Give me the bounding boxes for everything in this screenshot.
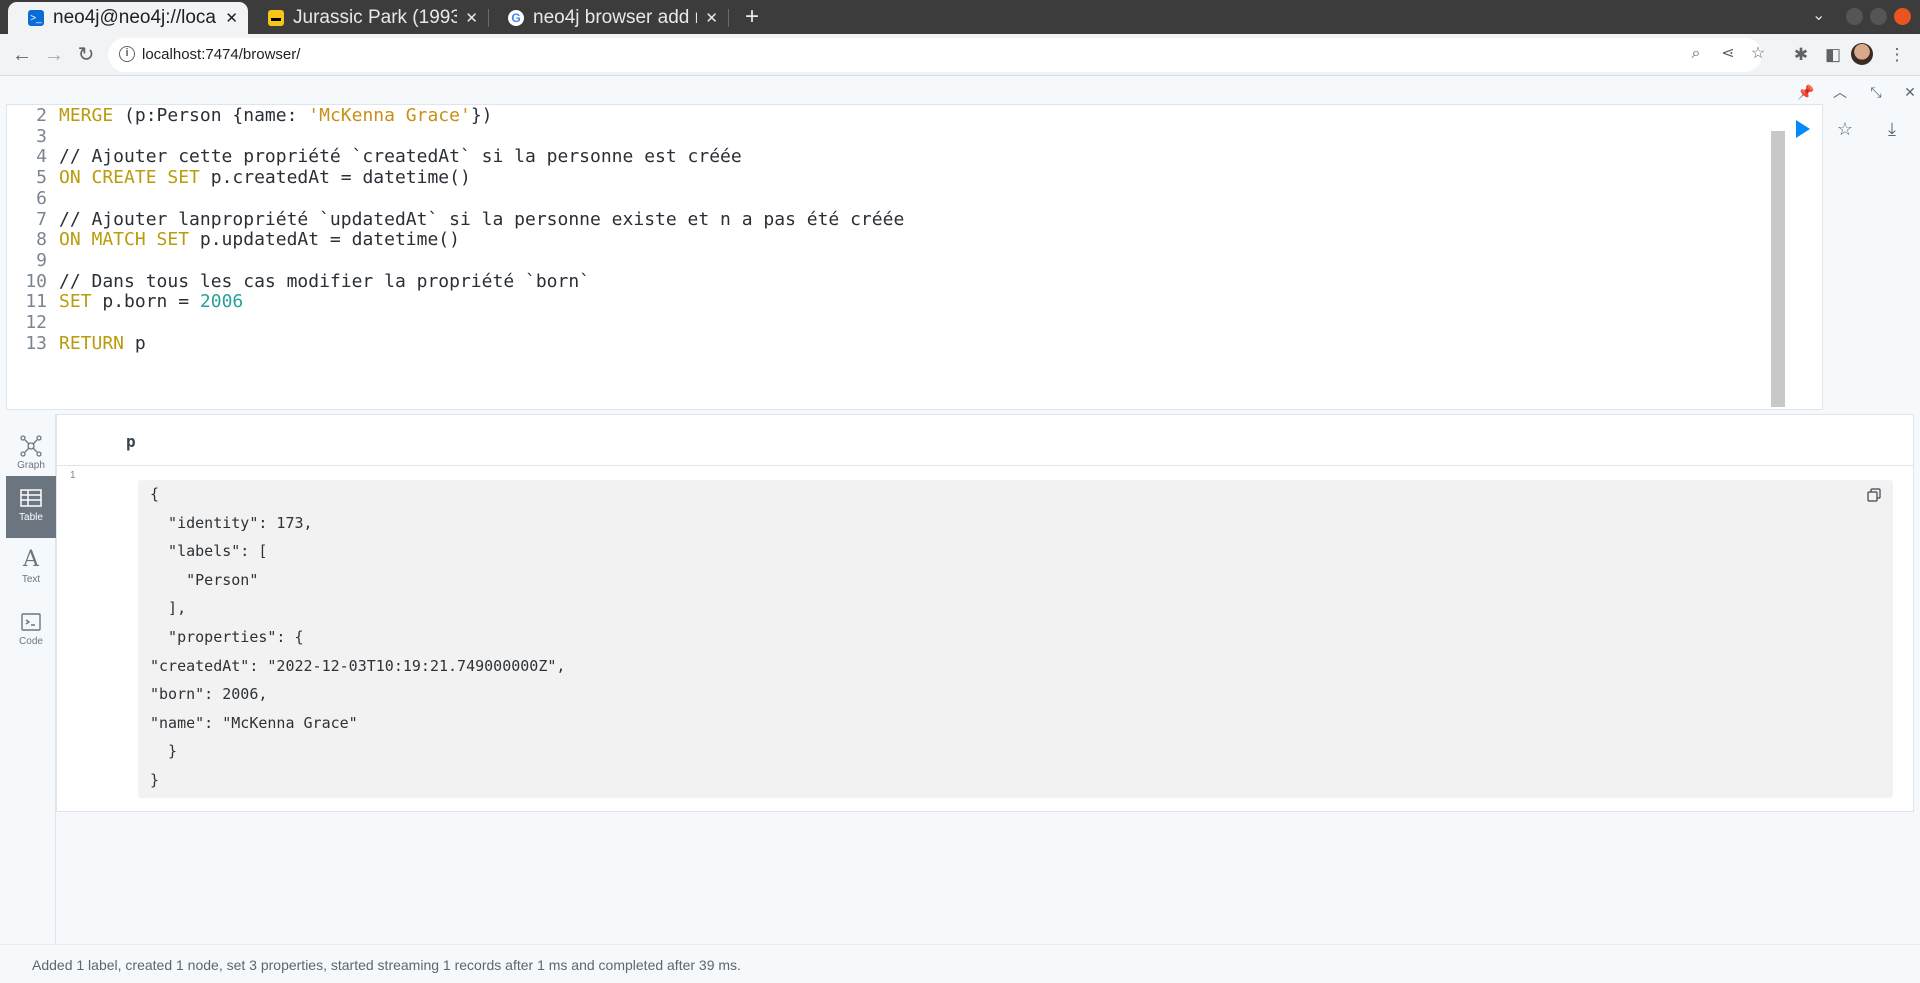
tab-search-chevron-icon[interactable]: ⌄	[1812, 5, 1825, 25]
download-icon[interactable]: ⤓	[1881, 118, 1903, 140]
status-message: Added 1 label, created 1 node, set 3 pro…	[32, 957, 741, 973]
json-line: "properties": {	[150, 628, 304, 646]
json-line: "Person"	[150, 570, 259, 589]
code-line[interactable]: 5 ON CREATE SET p.createdAt = datetime()	[7, 165, 471, 190]
code-token: p.born =	[91, 291, 200, 313]
code-token: SET	[59, 291, 92, 313]
json-line: "labels": [	[150, 542, 268, 561]
extensions-icon[interactable]: ✱	[1790, 44, 1812, 66]
result-empty-area	[56, 812, 1914, 944]
tab-separator	[728, 9, 729, 27]
line-number: 13	[25, 332, 47, 354]
json-line: "born": 2006,	[150, 685, 268, 704]
google-icon: G	[508, 10, 524, 26]
graph-icon	[20, 435, 42, 457]
close-icon[interactable]: ✕	[225, 9, 238, 27]
terminal-icon: >_	[28, 10, 44, 26]
table-icon	[20, 489, 42, 507]
favorite-star-icon[interactable]: ☆	[1834, 118, 1856, 140]
code-token: p	[124, 332, 146, 354]
view-table-tab[interactable]: Table	[6, 476, 56, 538]
reload-icon[interactable]: ↻	[74, 43, 98, 67]
json-cell[interactable]: { "identity": 173, "labels": [ "Person" …	[138, 480, 1893, 798]
fullscreen-icon[interactable]: ⤡	[1866, 82, 1886, 102]
status-bar: Added 1 label, created 1 node, set 3 pro…	[0, 944, 1920, 983]
browser-tab-strip: >_ neo4j@neo4j://local ✕ ▬ Jurassic Park…	[0, 0, 1920, 34]
code-token: p.updatedAt = datetime()	[189, 229, 460, 251]
profile-avatar[interactable]	[1851, 43, 1873, 65]
result-frame: Graph Table A Text Code p 1 { "identity"…	[6, 414, 1914, 944]
menu-kebab-icon[interactable]: ⋮	[1886, 44, 1908, 66]
editor-scrollbar[interactable]	[1771, 131, 1785, 407]
json-line: "identity": 173,	[150, 513, 313, 532]
new-tab-button[interactable]: +	[737, 2, 767, 32]
side-panel-icon[interactable]: ◧	[1822, 44, 1844, 66]
code-token: ON CREATE SET	[59, 167, 200, 189]
bookmark-star-icon[interactable]: ☆	[1748, 44, 1768, 64]
imdb-icon: ▬	[268, 10, 284, 26]
code-line[interactable]: 2 MERGE (p:Person {name: 'McKenna Grace'}…	[7, 103, 493, 128]
address-bar[interactable]: i localhost:7474/browser/ ⌕ ⋖ ☆	[108, 38, 1765, 72]
run-play-icon[interactable]	[1791, 118, 1813, 140]
cypher-editor[interactable]: 2 MERGE (p:Person {name: 'McKenna Grace'}…	[6, 104, 1823, 410]
tab-google-search[interactable]: G neo4j browser add n ✕	[488, 2, 728, 34]
frame-controls: 📌 ︿ ⤡ ✕	[1780, 82, 1920, 102]
result-view-nav: Graph Table A Text Code	[6, 414, 56, 944]
code-token: ON MATCH SET	[59, 229, 190, 251]
json-line: ],	[150, 599, 187, 618]
tab-jurassic-park[interactable]: ▬ Jurassic Park (1993) ✕	[248, 2, 488, 34]
text-icon: A	[23, 547, 39, 572]
copy-icon[interactable]	[1867, 488, 1881, 502]
maximize-button[interactable]	[1870, 8, 1887, 25]
json-line: {	[150, 485, 160, 503]
zoom-icon[interactable]: ⌕	[1686, 44, 1706, 64]
code-token: })	[470, 105, 493, 126]
close-frame-icon[interactable]: ✕	[1900, 82, 1920, 102]
forward-arrow-icon[interactable]: →	[42, 43, 66, 67]
code-line[interactable]: 13 RETURN p	[7, 331, 146, 356]
column-header-p: p	[126, 432, 136, 451]
code-token: (p:Person {name:	[113, 105, 309, 126]
close-icon[interactable]: ✕	[465, 9, 478, 27]
json-line: }	[150, 771, 160, 789]
site-info-icon[interactable]: i	[119, 46, 135, 62]
url-text[interactable]: localhost:7474/browser/	[142, 46, 300, 63]
view-code-tab[interactable]: Code	[6, 600, 56, 662]
minimize-button[interactable]	[1846, 8, 1863, 25]
code-icon	[21, 613, 41, 631]
row-number: 1	[70, 470, 76, 481]
collapse-icon[interactable]: ︿	[1830, 82, 1850, 102]
code-line[interactable]: 8 ON MATCH SET p.updatedAt = datetime()	[7, 227, 460, 252]
code-token: 'McKenna Grace'	[308, 105, 471, 126]
view-text-tab[interactable]: A Text	[6, 538, 56, 600]
pin-icon[interactable]: 📌	[1796, 82, 1816, 102]
table-body: 1 { "identity": 173, "labels": [ "Person…	[56, 466, 1914, 812]
close-icon[interactable]: ✕	[705, 9, 718, 27]
share-icon[interactable]: ⋖	[1718, 44, 1738, 64]
code-token: 2006	[199, 291, 244, 313]
code-token: MERGE	[59, 105, 114, 126]
json-line: "createdAt": "2022-12-03T10:19:21.749000…	[150, 656, 566, 675]
json-line: "name": "McKenna Grace"	[150, 713, 358, 732]
tab-neo4j[interactable]: >_ neo4j@neo4j://local ✕	[8, 2, 248, 34]
json-line: }	[150, 742, 178, 761]
close-window-button[interactable]	[1894, 8, 1911, 25]
code-token: RETURN	[59, 332, 125, 354]
back-arrow-icon[interactable]: ←	[10, 43, 34, 67]
browser-toolbar: ← → ↻ i localhost:7474/browser/ ⌕ ⋖ ☆ ✱ …	[0, 34, 1920, 76]
table-header: p	[56, 414, 1914, 466]
code-token: p.createdAt = datetime()	[199, 167, 471, 189]
